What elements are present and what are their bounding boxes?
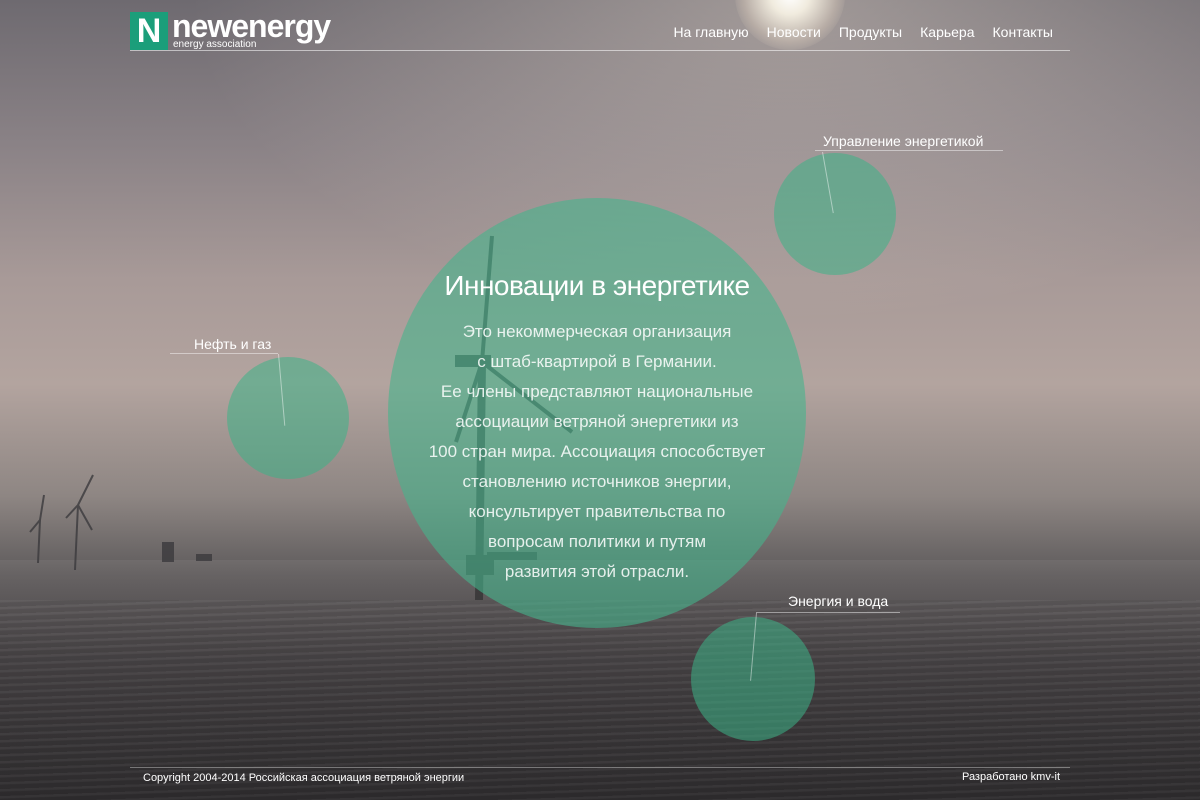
hero-line: ассоциации ветряной энергетики из bbox=[455, 412, 739, 431]
footer-divider bbox=[130, 767, 1070, 768]
hero-line: развития этой отрасли. bbox=[504, 562, 690, 581]
topic-circle-energy-management[interactable] bbox=[774, 153, 896, 275]
hero-title: Инновации в энергетике bbox=[444, 270, 750, 301]
topic-label-oil-gas[interactable]: Нефть и газ bbox=[194, 336, 271, 352]
topic-underline bbox=[170, 353, 278, 354]
hero-line: консультирует правительства по bbox=[468, 502, 726, 521]
footer-copyright: Copyright 2004-2014 Российская ассоциаци… bbox=[143, 772, 465, 784]
hero-line: вопросам политики и путям bbox=[487, 532, 707, 551]
hero-line: с штаб-квартирой в Германии. bbox=[477, 352, 717, 371]
footer-credit: Разработано kmv-it bbox=[962, 771, 1060, 783]
topic-circle-oil-gas[interactable] bbox=[227, 357, 349, 479]
nav-contacts[interactable]: Контакты bbox=[993, 24, 1053, 40]
hero-line: становлению источников энергии, bbox=[462, 472, 732, 491]
hero-line: Ее члены представляют национальные bbox=[440, 382, 754, 401]
hero-line: 100 стран мира. Ассоциация способствует bbox=[428, 442, 766, 461]
nav-career[interactable]: Карьера bbox=[920, 24, 974, 40]
header-divider bbox=[130, 50, 1070, 51]
hero-line: Это некоммерческая организация bbox=[462, 322, 732, 341]
topic-label-energy-water[interactable]: Энергия и вода bbox=[788, 593, 888, 609]
developer-link[interactable]: Разработано kmv-it bbox=[962, 771, 1060, 783]
nav-home[interactable]: На главную bbox=[673, 24, 748, 40]
logo-mark: N bbox=[130, 12, 168, 50]
topic-underline bbox=[815, 150, 1003, 151]
nav-products[interactable]: Продукты bbox=[839, 24, 902, 40]
topic-label-energy-management[interactable]: Управление энергетикой bbox=[823, 133, 983, 149]
topic-underline bbox=[756, 612, 900, 613]
nav-news[interactable]: Новости bbox=[767, 24, 821, 40]
hero-description: Это некоммерческая организация с штаб-кв… bbox=[388, 317, 806, 587]
main-nav: На главную Новости Продукты Карьера Конт… bbox=[673, 24, 1053, 40]
logo-tagline: energy association bbox=[173, 39, 257, 50]
